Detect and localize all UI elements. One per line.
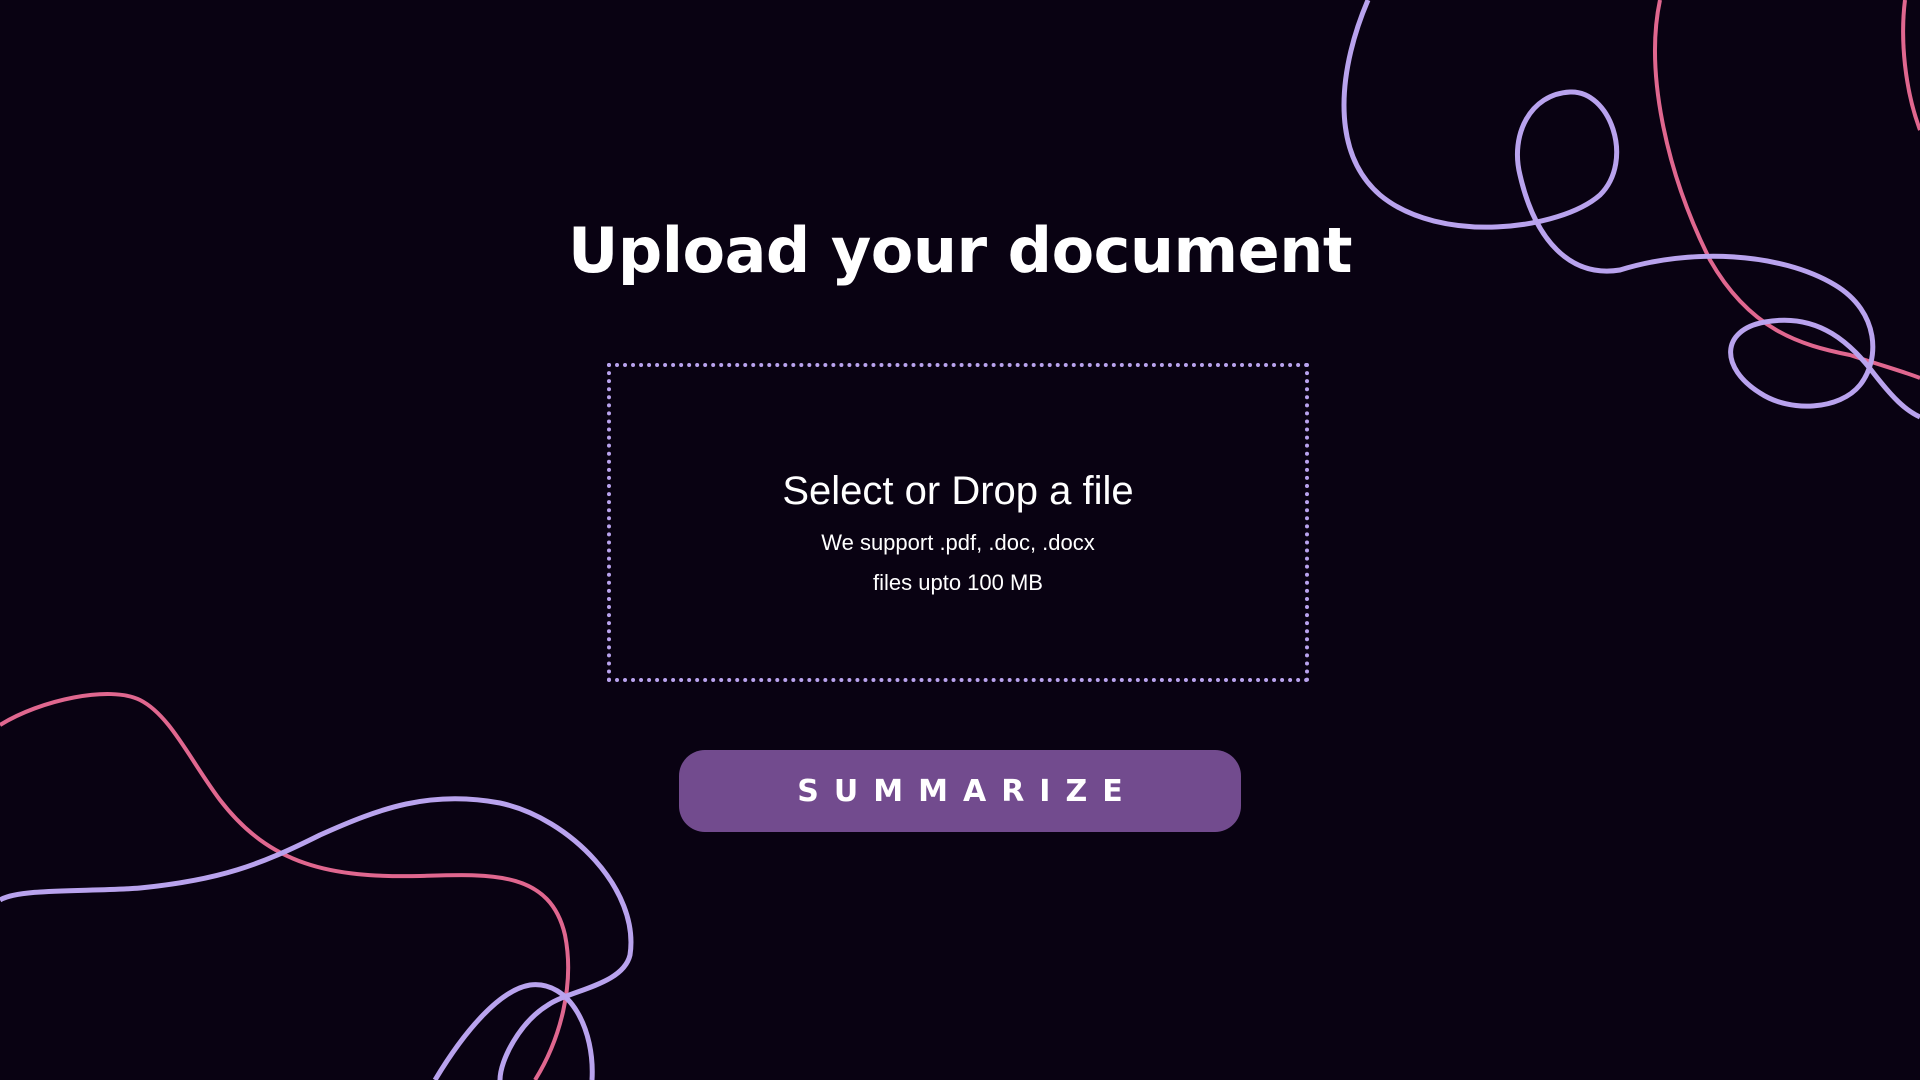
squiggle-bottom-left-lavender	[0, 796, 634, 1080]
summarize-button[interactable]: SUMMARIZE	[679, 750, 1241, 832]
upload-screen: Upload your document Select or Drop a fi…	[0, 0, 1920, 1080]
supported-formats-text: We support .pdf, .doc, .docx	[821, 530, 1095, 555]
squiggle-bottom-left-pink	[0, 692, 571, 1080]
file-drop-zone[interactable]: Select or Drop a file We support .pdf, .…	[607, 363, 1309, 682]
file-size-limit-text: files upto 100 MB	[873, 570, 1043, 595]
squiggle-top-right-lavender	[1341, 0, 1920, 420]
squiggle-top-right-pink-tail	[1901, 0, 1920, 131]
drop-zone-prompt[interactable]: Select or Drop a file	[611, 469, 1305, 514]
page-title: Upload your document	[568, 214, 1352, 287]
